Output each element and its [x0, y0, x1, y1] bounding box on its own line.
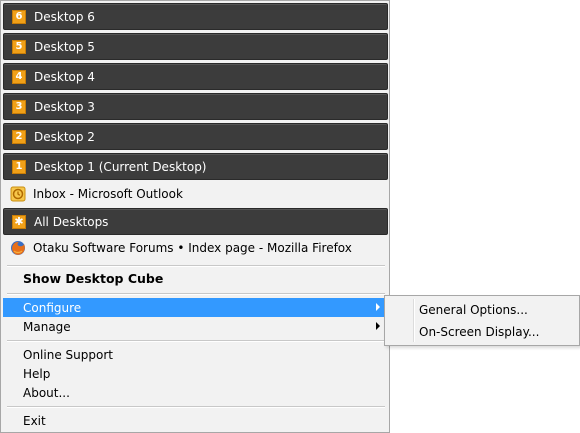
desktop-label: Desktop 3	[34, 99, 95, 114]
window-label: Inbox - Microsoft Outlook	[33, 187, 183, 201]
all-desktops-item[interactable]: ✱ All Desktops	[3, 208, 388, 235]
desktop-3-item[interactable]: 3 Desktop 3	[3, 93, 388, 120]
desktop-1-item[interactable]: 1 Desktop 1 (Current Desktop)	[3, 153, 388, 180]
on-screen-display-label: On-Screen Display...	[419, 324, 540, 339]
desktop-number-badge: 3	[12, 99, 26, 114]
desktop-6-item[interactable]: 6 Desktop 6	[3, 3, 388, 30]
menu-separator	[7, 340, 385, 342]
desktop-label: Desktop 2	[34, 129, 95, 144]
show-desktop-cube-label: Show Desktop Cube	[23, 271, 164, 286]
desktop-label: Desktop 5	[34, 39, 95, 54]
on-screen-display-item[interactable]: On-Screen Display...	[387, 321, 577, 342]
window-item-firefox[interactable]: Otaku Software Forums • Index page - Moz…	[3, 237, 388, 259]
desktop-label: Desktop 4	[34, 69, 95, 84]
window-label: Otaku Software Forums • Index page - Moz…	[33, 241, 352, 255]
star-icon: ✱	[12, 214, 26, 229]
configure-item[interactable]: Configure	[3, 298, 388, 317]
desktop-label: Desktop 6	[34, 9, 95, 24]
window-item-outlook[interactable]: Inbox - Microsoft Outlook	[3, 183, 388, 205]
submenu-arrow-icon	[376, 322, 380, 330]
manage-label: Manage	[23, 319, 71, 334]
online-support-item[interactable]: Online Support	[3, 345, 388, 364]
menu-separator	[7, 293, 385, 295]
help-label: Help	[23, 366, 51, 381]
about-label: About...	[23, 385, 70, 400]
desktop-number-badge: 6	[12, 9, 26, 24]
general-options-label: General Options...	[419, 302, 528, 317]
exit-item[interactable]: Exit	[3, 411, 388, 430]
desktop-5-item[interactable]: 5 Desktop 5	[3, 33, 388, 60]
manage-item[interactable]: Manage	[3, 317, 388, 336]
exit-label: Exit	[23, 413, 46, 428]
about-item[interactable]: About...	[3, 383, 388, 402]
submenu-arrow-icon	[376, 303, 380, 311]
desktop-number-badge: 4	[12, 69, 26, 84]
show-desktop-cube-item[interactable]: Show Desktop Cube	[3, 269, 388, 288]
firefox-icon	[10, 240, 26, 256]
context-menu: 6 Desktop 6 5 Desktop 5 4 Desktop 4 3 De…	[0, 0, 390, 433]
desktop-number-badge: 2	[12, 129, 26, 144]
online-support-label: Online Support	[23, 347, 113, 362]
desktop-2-item[interactable]: 2 Desktop 2	[3, 123, 388, 150]
configure-label: Configure	[23, 300, 82, 315]
desktop-4-item[interactable]: 4 Desktop 4	[3, 63, 388, 90]
desktop-number-badge: 5	[12, 39, 26, 54]
desktop-label: Desktop 1 (Current Desktop)	[34, 159, 207, 174]
menu-separator	[7, 406, 385, 408]
configure-submenu: General Options... On-Screen Display...	[384, 295, 580, 346]
help-item[interactable]: Help	[3, 364, 388, 383]
desktop-number-badge: 1	[12, 159, 26, 174]
menu-separator	[7, 265, 385, 267]
general-options-item[interactable]: General Options...	[387, 299, 577, 320]
all-desktops-label: All Desktops	[34, 214, 109, 229]
outlook-icon	[10, 186, 26, 202]
